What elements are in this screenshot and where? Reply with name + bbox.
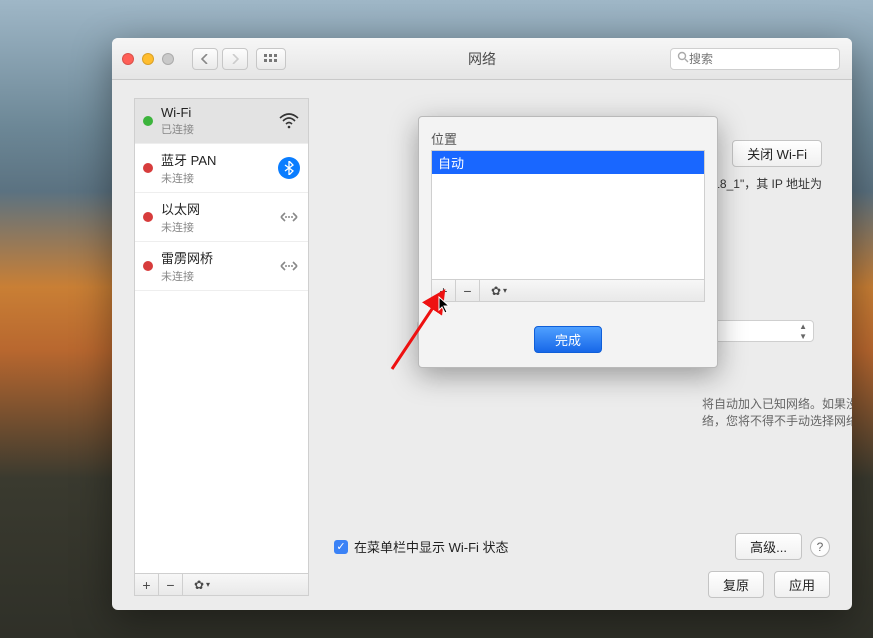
bluetooth-icon (278, 157, 300, 179)
status-dot-icon (143, 163, 153, 173)
status-dot-icon (143, 261, 153, 271)
detail-peek: 关闭 Wi-Fi 18_1"，其 IP 地址为 (713, 140, 822, 192)
status-dot-icon (143, 116, 153, 126)
service-wifi[interactable]: Wi-Fi 已连接 (135, 99, 308, 144)
add-service-button[interactable]: + (135, 574, 159, 595)
location-item-selected[interactable]: 自动 (432, 151, 704, 174)
service-name: Wi-Fi (161, 105, 270, 120)
locations-label: 位置 (431, 129, 705, 148)
location-actions-menu[interactable]: ✿▾ (480, 280, 518, 301)
footer-buttons: 复原 应用 (708, 571, 830, 598)
close-window-button[interactable] (122, 53, 134, 65)
advanced-button[interactable]: 高级... (735, 533, 802, 560)
locations-popover: 位置 自动 + − ✿▾ 完成 (418, 116, 718, 368)
search-input[interactable] (689, 52, 844, 66)
checkbox-checked-icon: ✓ (334, 540, 348, 554)
apply-button[interactable]: 应用 (774, 571, 830, 598)
nav-buttons (192, 48, 248, 70)
service-bluetooth-pan[interactable]: 蓝牙 PAN 未连接 (135, 144, 308, 193)
popover-buttons: 完成 (431, 326, 705, 353)
chevron-down-icon: ▾ (503, 286, 507, 295)
service-text: 以太网 未连接 (161, 199, 270, 235)
done-button[interactable]: 完成 (534, 326, 602, 353)
rightside-buttons: 高级... ? (735, 533, 830, 560)
sidebar-toolbar: + − ✿▾ (135, 573, 308, 595)
service-status: 已连接 (161, 121, 270, 137)
minimize-window-button[interactable] (142, 53, 154, 65)
service-text: 雷雳网桥 未连接 (161, 248, 270, 284)
revert-button[interactable]: 复原 (708, 571, 764, 598)
service-thunderbolt-bridge[interactable]: 雷雳网桥 未连接 (135, 242, 308, 291)
locations-list[interactable]: 自动 (431, 150, 705, 280)
status-dot-icon (143, 212, 153, 222)
popup-arrows-icon: ▲▼ (799, 322, 807, 341)
gear-icon: ✿ (194, 578, 204, 592)
window-controls (122, 53, 174, 65)
search-icon (677, 51, 689, 66)
service-status: 未连接 (161, 170, 270, 186)
gear-icon: ✿ (491, 284, 501, 298)
ip-info-text: 18_1"，其 IP 地址为 (713, 175, 822, 192)
remove-service-button[interactable]: − (159, 574, 183, 595)
help-button[interactable]: ? (810, 537, 830, 557)
search-field[interactable] (670, 48, 840, 70)
add-location-button[interactable]: + (432, 280, 456, 301)
service-status: 未连接 (161, 219, 270, 235)
show-wifi-menu-label: 在菜单栏中显示 Wi-Fi 状态 (354, 537, 509, 556)
system-preferences-window: 网络 Wi-Fi 已连接 蓝牙 (112, 38, 852, 610)
lower-bar: ✓ 在菜单栏中显示 Wi-Fi 状态 高级... ? (134, 533, 830, 560)
thunderbolt-bridge-icon (278, 255, 300, 277)
chevron-down-icon: ▾ (206, 580, 210, 589)
service-name: 以太网 (161, 199, 270, 218)
remove-location-button[interactable]: − (456, 280, 480, 301)
service-name: 蓝牙 PAN (161, 150, 270, 169)
back-button[interactable] (192, 48, 218, 70)
service-text: 蓝牙 PAN 未连接 (161, 150, 270, 186)
service-actions-menu[interactable]: ✿▾ (183, 574, 221, 595)
auto-join-hint: 将自动加入已知网络。如果没有已知网络，您将不得不手动选择网络。 (702, 395, 852, 429)
service-text: Wi-Fi 已连接 (161, 105, 270, 137)
service-ethernet[interactable]: 以太网 未连接 (135, 193, 308, 242)
locations-toolbar: + − ✿▾ (431, 280, 705, 302)
wifi-icon (278, 110, 300, 132)
forward-button[interactable] (222, 48, 248, 70)
ethernet-icon (278, 206, 300, 228)
network-services-sidebar: Wi-Fi 已连接 蓝牙 PAN 未连接 (134, 98, 309, 596)
show-all-button[interactable] (256, 48, 286, 70)
service-status: 未连接 (161, 268, 270, 284)
turn-wifi-off-button[interactable]: 关闭 Wi-Fi (732, 140, 822, 167)
show-wifi-menu-checkbox-row[interactable]: ✓ 在菜单栏中显示 Wi-Fi 状态 (334, 537, 509, 556)
zoom-window-button[interactable] (162, 53, 174, 65)
titlebar: 网络 (112, 38, 852, 80)
service-name: 雷雳网桥 (161, 248, 270, 267)
